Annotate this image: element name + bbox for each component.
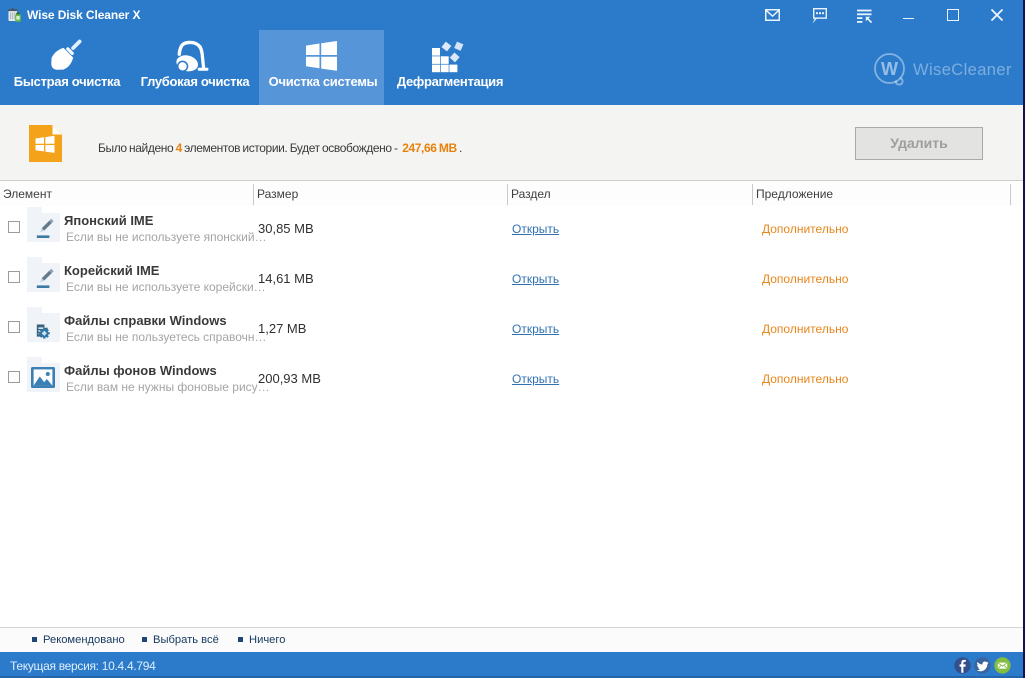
svg-text:W: W	[881, 59, 898, 79]
